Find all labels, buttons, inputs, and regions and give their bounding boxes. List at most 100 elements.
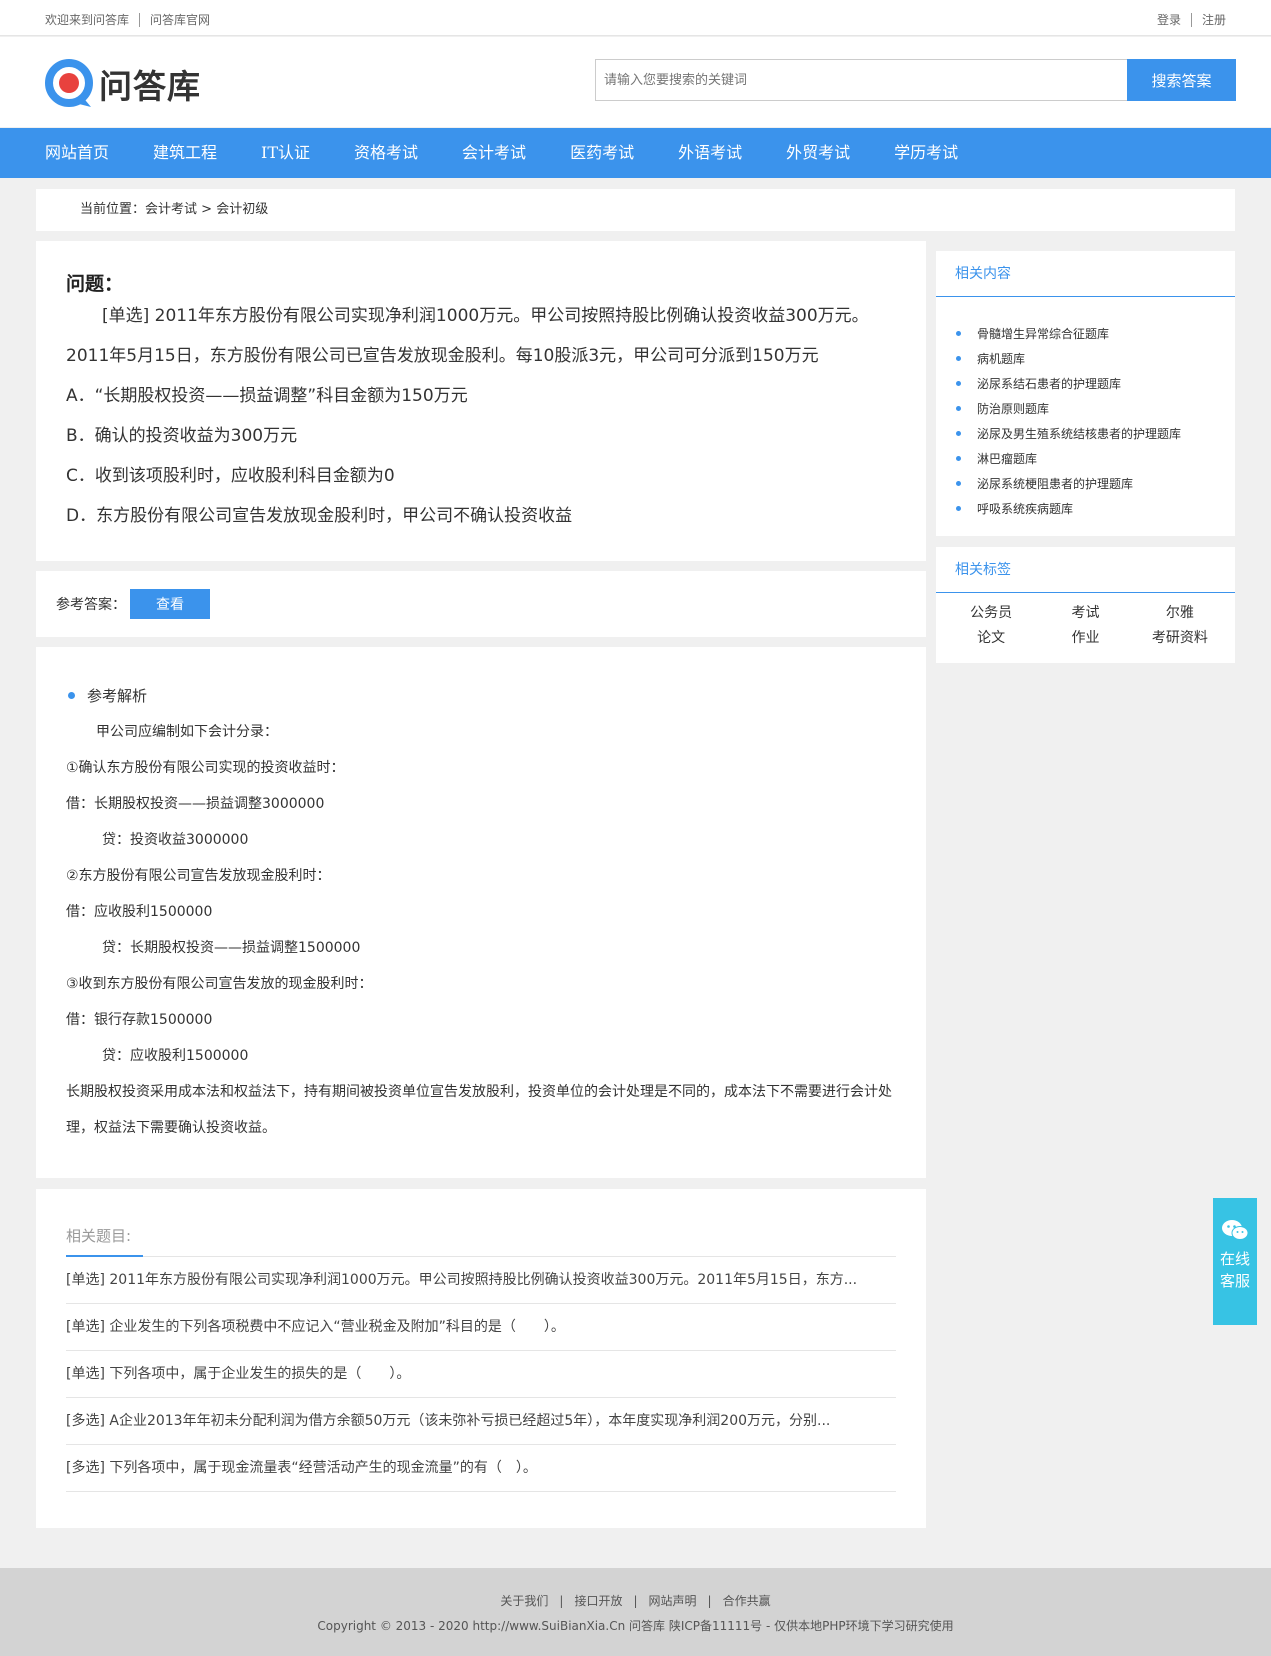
nav-it-cert[interactable]: IT认证 — [261, 128, 310, 178]
divider — [139, 12, 141, 27]
register-link[interactable]: 注册 — [1202, 11, 1226, 28]
related-content-label: 呼吸系统疾病题库 — [977, 502, 1074, 516]
explanation-line: 甲公司应编制如下会计分录： — [96, 724, 278, 740]
related-content-item[interactable]: 病机题库 — [956, 346, 1235, 371]
online-service-button[interactable]: 在线 客服 — [1213, 1198, 1257, 1325]
official-site-link[interactable]: 问答库官网 — [150, 11, 210, 28]
related-content-list: 骨髓增生异常综合征题库 病机题库 泌尿系结石患者的护理题库 防治原则题库 泌尿及… — [936, 297, 1235, 521]
logo-icon — [45, 59, 95, 109]
tag-item[interactable]: 作业 — [1038, 626, 1132, 651]
explanation-panel: 参考解析 甲公司应编制如下会计分录： ①确认东方股份有限公司实现的投资收益时： … — [36, 647, 926, 1178]
related-question-item[interactable]: [单选] 2011年东方股份有限公司实现净利润1000万元。甲公司按照持股比例确… — [66, 1257, 896, 1304]
bullet-icon — [956, 331, 961, 336]
nav-home[interactable]: 网站首页 — [45, 128, 109, 178]
view-answer-button[interactable]: 查看 — [130, 589, 210, 619]
related-tags-panel: 相关标签 公务员 考试 尔雅 论文 作业 考研资料 — [936, 547, 1235, 663]
footer-links: 关于我们 | 接口开放 | 网站声明 | 合作共赢 — [0, 1592, 1271, 1609]
logo-text: 问答库 — [99, 67, 201, 106]
related-content-label: 淋巴瘤题库 — [977, 452, 1038, 466]
footer-link-api[interactable]: 接口开放 — [574, 1592, 622, 1609]
related-content-label: 防治原则题库 — [977, 402, 1050, 416]
related-question-item[interactable]: [多选] 下列各项中，属于现金流量表“经营活动产生的现金流量”的有（ ）。 — [66, 1445, 896, 1492]
nav-language[interactable]: 外语考试 — [678, 128, 742, 178]
tag-item[interactable]: 公务员 — [944, 601, 1038, 626]
footer-link-about[interactable]: 关于我们 — [500, 1592, 548, 1609]
footer-copyright: Copyright © 2013 - 2020 http://www.SuiBi… — [317, 1619, 954, 1633]
login-link[interactable]: 登录 — [1157, 11, 1181, 28]
option-d: D．东方股份有限公司宣告发放现金股利时，甲公司不确认投资收益 — [66, 506, 573, 526]
welcome-link[interactable]: 欢迎来到问答库 — [45, 11, 129, 28]
footer-link-cooperation[interactable]: 合作共赢 — [723, 1592, 771, 1609]
divider — [1190, 12, 1192, 27]
service-label-line2: 客服 — [1219, 1272, 1250, 1290]
related-content-item[interactable]: 泌尿系结石患者的护理题库 — [956, 371, 1235, 396]
bullet-icon — [956, 381, 961, 386]
question-panel: 问题： [单选] 2011年东方股份有限公司实现净利润1000万元。甲公司按照持… — [36, 241, 926, 561]
explanation-line: 借：长期股权投资——损益调整3000000 — [66, 796, 325, 812]
related-content-label: 泌尿系统梗阻患者的护理题库 — [977, 477, 1134, 491]
answer-label: 参考答案： — [56, 597, 126, 613]
nav-qualification[interactable]: 资格考试 — [354, 128, 418, 178]
top-bar: 欢迎来到问答库 问答库官网 登录 注册 — [0, 0, 1271, 36]
breadcrumb: 当前位置：会计考试 > 会计初级 — [36, 189, 1235, 231]
related-question-item[interactable]: [单选] 下列各项中，属于企业发生的损失的是（ ）。 — [66, 1351, 896, 1398]
breadcrumb-level2[interactable]: 会计初级 — [216, 202, 268, 217]
option-b: B．确认的投资收益为300万元 — [66, 426, 298, 446]
search-button[interactable]: 搜索答案 — [1127, 59, 1236, 101]
nav-trade[interactable]: 外贸考试 — [786, 128, 850, 178]
explanation-line: 贷：长期股权投资——损益调整1500000 — [102, 940, 361, 956]
related-content-item[interactable]: 骨髓增生异常综合征题库 — [956, 321, 1235, 346]
nav-degree[interactable]: 学历考试 — [894, 128, 958, 178]
related-content-label: 泌尿及男生殖系统结核患者的护理题库 — [977, 427, 1182, 441]
related-content-item[interactable]: 呼吸系统疾病题库 — [956, 496, 1235, 521]
related-content-item[interactable]: 泌尿系统梗阻患者的护理题库 — [956, 471, 1235, 496]
footer: 关于我们 | 接口开放 | 网站声明 | 合作共赢 Copyright © 20… — [0, 1568, 1271, 1656]
related-content-label: 病机题库 — [977, 352, 1026, 366]
related-question-item[interactable]: [单选] 企业发生的下列各项税费中不应记入“营业税金及附加”科目的是（ ）。 — [66, 1304, 896, 1351]
question-title: 问题： — [66, 273, 124, 295]
footer-separator: | — [707, 1593, 712, 1608]
related-question-item[interactable]: [多选] A企业2013年年初未分配利润为借方余额50万元（该未弥补亏损已经超过… — [66, 1398, 896, 1445]
related-content-panel: 相关内容 骨髓增生异常综合征题库 病机题库 泌尿系结石患者的护理题库 防治原则题… — [936, 251, 1235, 536]
footer-separator: | — [633, 1593, 638, 1608]
bullet-icon — [956, 506, 961, 511]
tag-list: 公务员 考试 尔雅 论文 作业 考研资料 — [936, 593, 1235, 651]
tag-item[interactable]: 论文 — [944, 626, 1038, 651]
answer-panel: 参考答案： 查看 — [36, 571, 926, 637]
wechat-icon — [1221, 1218, 1249, 1242]
nav-medical[interactable]: 医药考试 — [570, 128, 634, 178]
related-content-item[interactable]: 防治原则题库 — [956, 396, 1235, 421]
footer-link-statement[interactable]: 网站声明 — [649, 1592, 697, 1609]
related-content-item[interactable]: 泌尿及男生殖系统结核患者的护理题库 — [956, 421, 1235, 446]
header: 问答库 搜索答案 — [0, 37, 1271, 127]
related-tags-heading: 相关标签 — [936, 547, 1235, 593]
nav-construction[interactable]: 建筑工程 — [153, 128, 217, 178]
bullet-icon — [956, 456, 961, 461]
tag-item[interactable]: 尔雅 — [1133, 601, 1227, 626]
breadcrumb-prefix: 当前位置： — [80, 202, 146, 217]
tag-item[interactable]: 考试 — [1038, 601, 1132, 626]
related-content-heading: 相关内容 — [936, 251, 1235, 297]
related-questions-heading: 相关题目: — [66, 1225, 896, 1257]
footer-separator: | — [559, 1593, 564, 1608]
related-content-item[interactable]: 淋巴瘤题库 — [956, 446, 1235, 471]
explanation-heading: 参考解析 — [66, 685, 896, 706]
question-text: [单选] 2011年东方股份有限公司实现净利润1000万元。甲公司按照持股比例确… — [66, 306, 869, 366]
option-a: A．“长期股权投资——损益调整”科目金额为150万元 — [66, 386, 468, 406]
bullet-icon — [956, 481, 961, 486]
explanation-heading-text: 参考解析 — [87, 687, 148, 705]
search-input[interactable] — [595, 59, 1127, 101]
explanation-line: 借：应收股利1500000 — [66, 904, 213, 920]
breadcrumb-arrow: > — [197, 202, 217, 217]
main-nav: 网站首页 建筑工程 IT认证 资格考试 会计考试 医药考试 外语考试 外贸考试 … — [0, 128, 1271, 178]
breadcrumb-level1[interactable]: 会计考试 — [145, 202, 197, 217]
explanation-summary: 长期股权投资采用成本法和权益法下，持有期间被投资单位宣告发放股利，投资单位的会计… — [66, 1084, 892, 1136]
tag-item[interactable]: 考研资料 — [1133, 626, 1227, 651]
bullet-icon — [956, 356, 961, 361]
related-questions-panel: 相关题目: [单选] 2011年东方股份有限公司实现净利润1000万元。甲公司按… — [36, 1189, 926, 1528]
explanation-line: ③收到东方股份有限公司宣告发放的现金股利时： — [66, 976, 373, 992]
explanation-line: 贷：应收股利1500000 — [102, 1048, 249, 1064]
site-logo[interactable]: 问答库 — [45, 59, 201, 109]
nav-accounting[interactable]: 会计考试 — [462, 128, 526, 178]
explanation-line: ②东方股份有限公司宣告发放现金股利时： — [66, 868, 331, 884]
